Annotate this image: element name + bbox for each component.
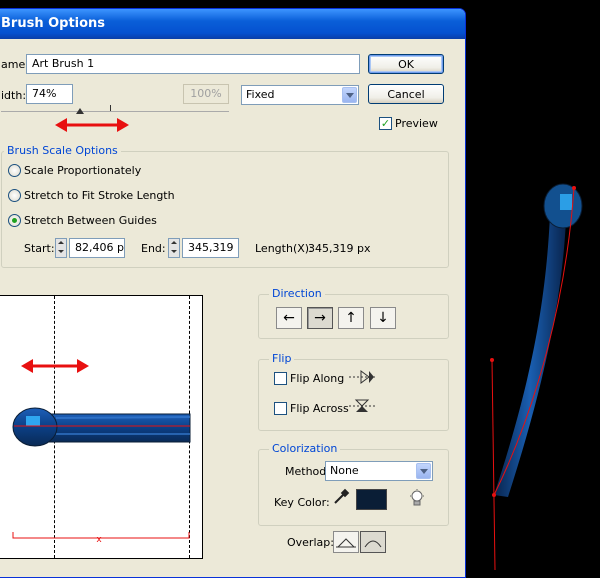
start-stepper[interactable]	[55, 238, 67, 258]
dialog-title: Brush Options	[0, 9, 465, 39]
overlap-option-1-button[interactable]	[333, 531, 359, 553]
overlap-round-icon	[364, 540, 382, 548]
length-label: Length(X):	[255, 242, 313, 255]
key-color-swatch[interactable]	[356, 489, 387, 510]
direction-left-button[interactable]: ←	[276, 307, 302, 329]
scale-proportionately-label: Scale Proportionately	[24, 164, 142, 177]
eyedropper-icon[interactable]	[332, 488, 350, 506]
width-slider-track[interactable]	[1, 111, 229, 112]
colorization-title: Colorization	[269, 442, 341, 455]
flip-along-icon	[349, 370, 375, 384]
stretch-annotation-arrow	[55, 118, 129, 132]
brush-scale-options-title: Brush Scale Options	[4, 144, 121, 157]
width-mode-select[interactable]: Fixed	[241, 85, 359, 105]
overlap-option-2-button[interactable]	[360, 531, 386, 553]
direction-right-button[interactable]: →	[307, 307, 333, 329]
width-label: idth:	[1, 89, 27, 102]
preview-label: Preview	[395, 117, 438, 130]
start-label: Start:	[24, 242, 55, 255]
ok-button[interactable]: OK	[368, 54, 444, 74]
flip-title: Flip	[269, 352, 295, 365]
brush-options-dialog: Brush Options ame: Art Brush 1 OK Cancel…	[0, 8, 466, 578]
stretch-between-guides-radio[interactable]	[8, 214, 21, 227]
direction-down-button[interactable]: ↓	[370, 307, 396, 329]
stretch-between-guides-label: Stretch Between Guides	[24, 214, 157, 227]
scale-proportionately-radio[interactable]	[8, 164, 21, 177]
width-input[interactable]: 74%	[26, 84, 73, 104]
slider-tick	[110, 105, 111, 111]
length-value: 345,319 px	[308, 242, 371, 255]
name-input[interactable]: Art Brush 1	[26, 54, 360, 74]
flip-along-checkbox[interactable]	[274, 372, 287, 385]
flip-across-icon	[349, 399, 375, 412]
lightbulb-icon[interactable]	[409, 489, 425, 509]
brush-preview-canvas[interactable]: x	[0, 295, 203, 559]
cancel-button[interactable]: Cancel	[368, 84, 444, 104]
stretch-to-fit-label: Stretch to Fit Stroke Length	[24, 189, 175, 202]
preview-checkbox[interactable]: ✓	[379, 117, 392, 130]
method-label: Method:	[285, 465, 330, 478]
method-value: None	[330, 464, 359, 477]
brush-art: x	[12, 359, 191, 545]
width-slider-thumb[interactable]	[76, 108, 84, 114]
method-select[interactable]: None	[325, 461, 433, 481]
direction-up-button[interactable]: ↑	[338, 307, 364, 329]
end-stepper[interactable]	[168, 238, 180, 258]
overlap-label: Overlap:	[287, 536, 334, 549]
width-max-field: 100%	[183, 84, 229, 104]
name-label: ame:	[1, 58, 29, 71]
stretch-to-fit-radio[interactable]	[8, 189, 21, 202]
width-mode-value: Fixed	[246, 88, 275, 101]
end-input[interactable]: 345,319	[182, 238, 239, 258]
chevron-down-icon[interactable]	[342, 87, 357, 103]
end-label: End:	[141, 242, 166, 255]
direction-title: Direction	[269, 287, 325, 300]
artboard-brush-stroke	[490, 183, 583, 570]
flip-across-checkbox[interactable]	[274, 402, 287, 415]
start-input[interactable]: 82,406 p	[69, 238, 125, 258]
svg-text:x: x	[96, 535, 102, 545]
flip-across-label: Flip Across	[290, 402, 349, 415]
key-color-label: Key Color:	[274, 496, 330, 509]
chevron-down-icon[interactable]	[416, 463, 431, 479]
overlap-corner-icon	[336, 538, 356, 548]
flip-along-label: Flip Along	[290, 372, 345, 385]
